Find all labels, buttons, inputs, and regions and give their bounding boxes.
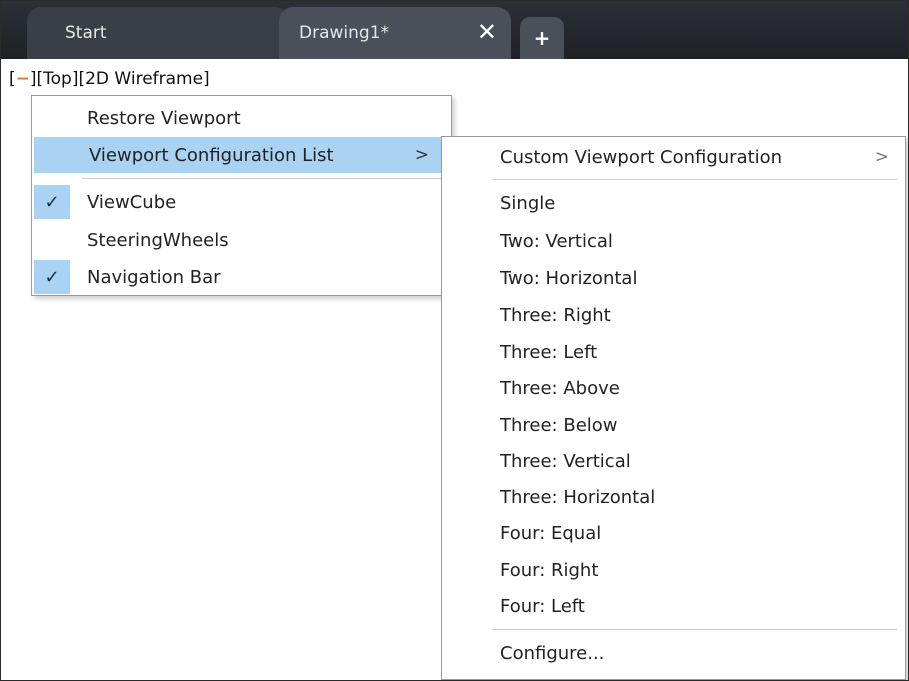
menu-item-label: Three: Right <box>500 304 611 326</box>
submenu-item-three-vertical[interactable]: Three: Vertical <box>442 443 905 479</box>
submenu-item-configure[interactable]: Configure... <box>442 635 905 671</box>
menu-item-label: Restore Viewport <box>87 107 241 129</box>
menu-item-steeringwheels[interactable]: SteeringWheels <box>32 222 451 258</box>
new-tab-button[interactable]: + <box>520 17 564 59</box>
chevron-right-icon: > <box>874 147 889 167</box>
menu-separator <box>82 178 443 179</box>
tab-start-label: Start <box>65 23 107 43</box>
menu-item-label: Three: Vertical <box>500 450 631 472</box>
menu-item-label: Three: Left <box>500 341 598 363</box>
tab-drawing1-label: Drawing1* <box>299 23 390 43</box>
menu-item-label: Four: Left <box>500 595 585 617</box>
viewport-configuration-submenu: Custom Viewport Configuration > Single T… <box>441 136 906 680</box>
submenu-item-three-below[interactable]: Three: Below <box>442 407 905 443</box>
menu-item-label: Navigation Bar <box>87 266 221 288</box>
menu-item-label: Four: Right <box>500 559 599 581</box>
viewport-view-style[interactable]: ][Top][2D Wireframe] <box>30 69 210 89</box>
submenu-item-single[interactable]: Single <box>442 185 905 221</box>
menu-item-label: Three: Above <box>500 377 620 399</box>
menu-item-label: Viewport Configuration List <box>89 144 334 166</box>
checkmark-icon: ✓ <box>34 185 70 219</box>
menu-item-label: Three: Horizontal <box>500 486 656 508</box>
submenu-item-four-left[interactable]: Four: Left <box>442 588 905 624</box>
close-icon[interactable]: ✕ <box>477 20 497 44</box>
menu-item-restore-viewport[interactable]: Restore Viewport <box>32 100 451 136</box>
menu-item-label: Two: Horizontal <box>500 267 638 289</box>
viewport-controls-label[interactable]: [−][Top][2D Wireframe] <box>9 69 210 89</box>
menu-item-label: Custom Viewport Configuration <box>500 146 783 168</box>
chevron-right-icon: > <box>414 145 429 165</box>
file-tab-bar: Start Drawing1* ✕ + <box>1 1 908 59</box>
submenu-item-three-left[interactable]: Three: Left <box>442 334 905 370</box>
submenu-item-custom-configuration[interactable]: Custom Viewport Configuration > <box>442 139 905 175</box>
app-window: Start Drawing1* ✕ + [−][Top][2D Wirefram… <box>0 0 909 681</box>
menu-item-label: SteeringWheels <box>87 229 229 251</box>
viewport-minus-control[interactable]: − <box>16 69 30 89</box>
viewport-bracket-open: [ <box>9 69 16 89</box>
viewport-context-menu: Restore Viewport Viewport Configuration … <box>31 95 452 296</box>
submenu-item-four-right[interactable]: Four: Right <box>442 552 905 588</box>
menu-item-label: Four: Equal <box>500 522 602 544</box>
submenu-item-two-vertical[interactable]: Two: Vertical <box>442 223 905 259</box>
submenu-item-four-equal[interactable]: Four: Equal <box>442 515 905 551</box>
plus-icon: + <box>533 26 551 50</box>
menu-separator <box>492 629 897 630</box>
menu-item-label: Two: Vertical <box>500 230 613 252</box>
menu-item-viewcube[interactable]: ✓ ViewCube <box>32 184 451 220</box>
submenu-item-three-right[interactable]: Three: Right <box>442 297 905 333</box>
submenu-item-two-horizontal[interactable]: Two: Horizontal <box>442 260 905 296</box>
menu-item-label: Configure... <box>500 642 605 664</box>
submenu-item-three-above[interactable]: Three: Above <box>442 370 905 406</box>
submenu-item-three-horizontal[interactable]: Three: Horizontal <box>442 479 905 515</box>
menu-item-label: ViewCube <box>87 191 177 213</box>
menu-item-viewport-configuration-list[interactable]: Viewport Configuration List > <box>34 137 449 173</box>
menu-item-navigation-bar[interactable]: ✓ Navigation Bar <box>32 259 451 295</box>
tab-start[interactable]: Start <box>27 7 289 59</box>
checkmark-icon: ✓ <box>34 260 70 294</box>
menu-item-label: Single <box>500 192 556 214</box>
menu-separator <box>492 179 897 180</box>
tab-drawing1[interactable]: Drawing1* ✕ <box>279 7 511 59</box>
menu-item-label: Three: Below <box>500 414 618 436</box>
